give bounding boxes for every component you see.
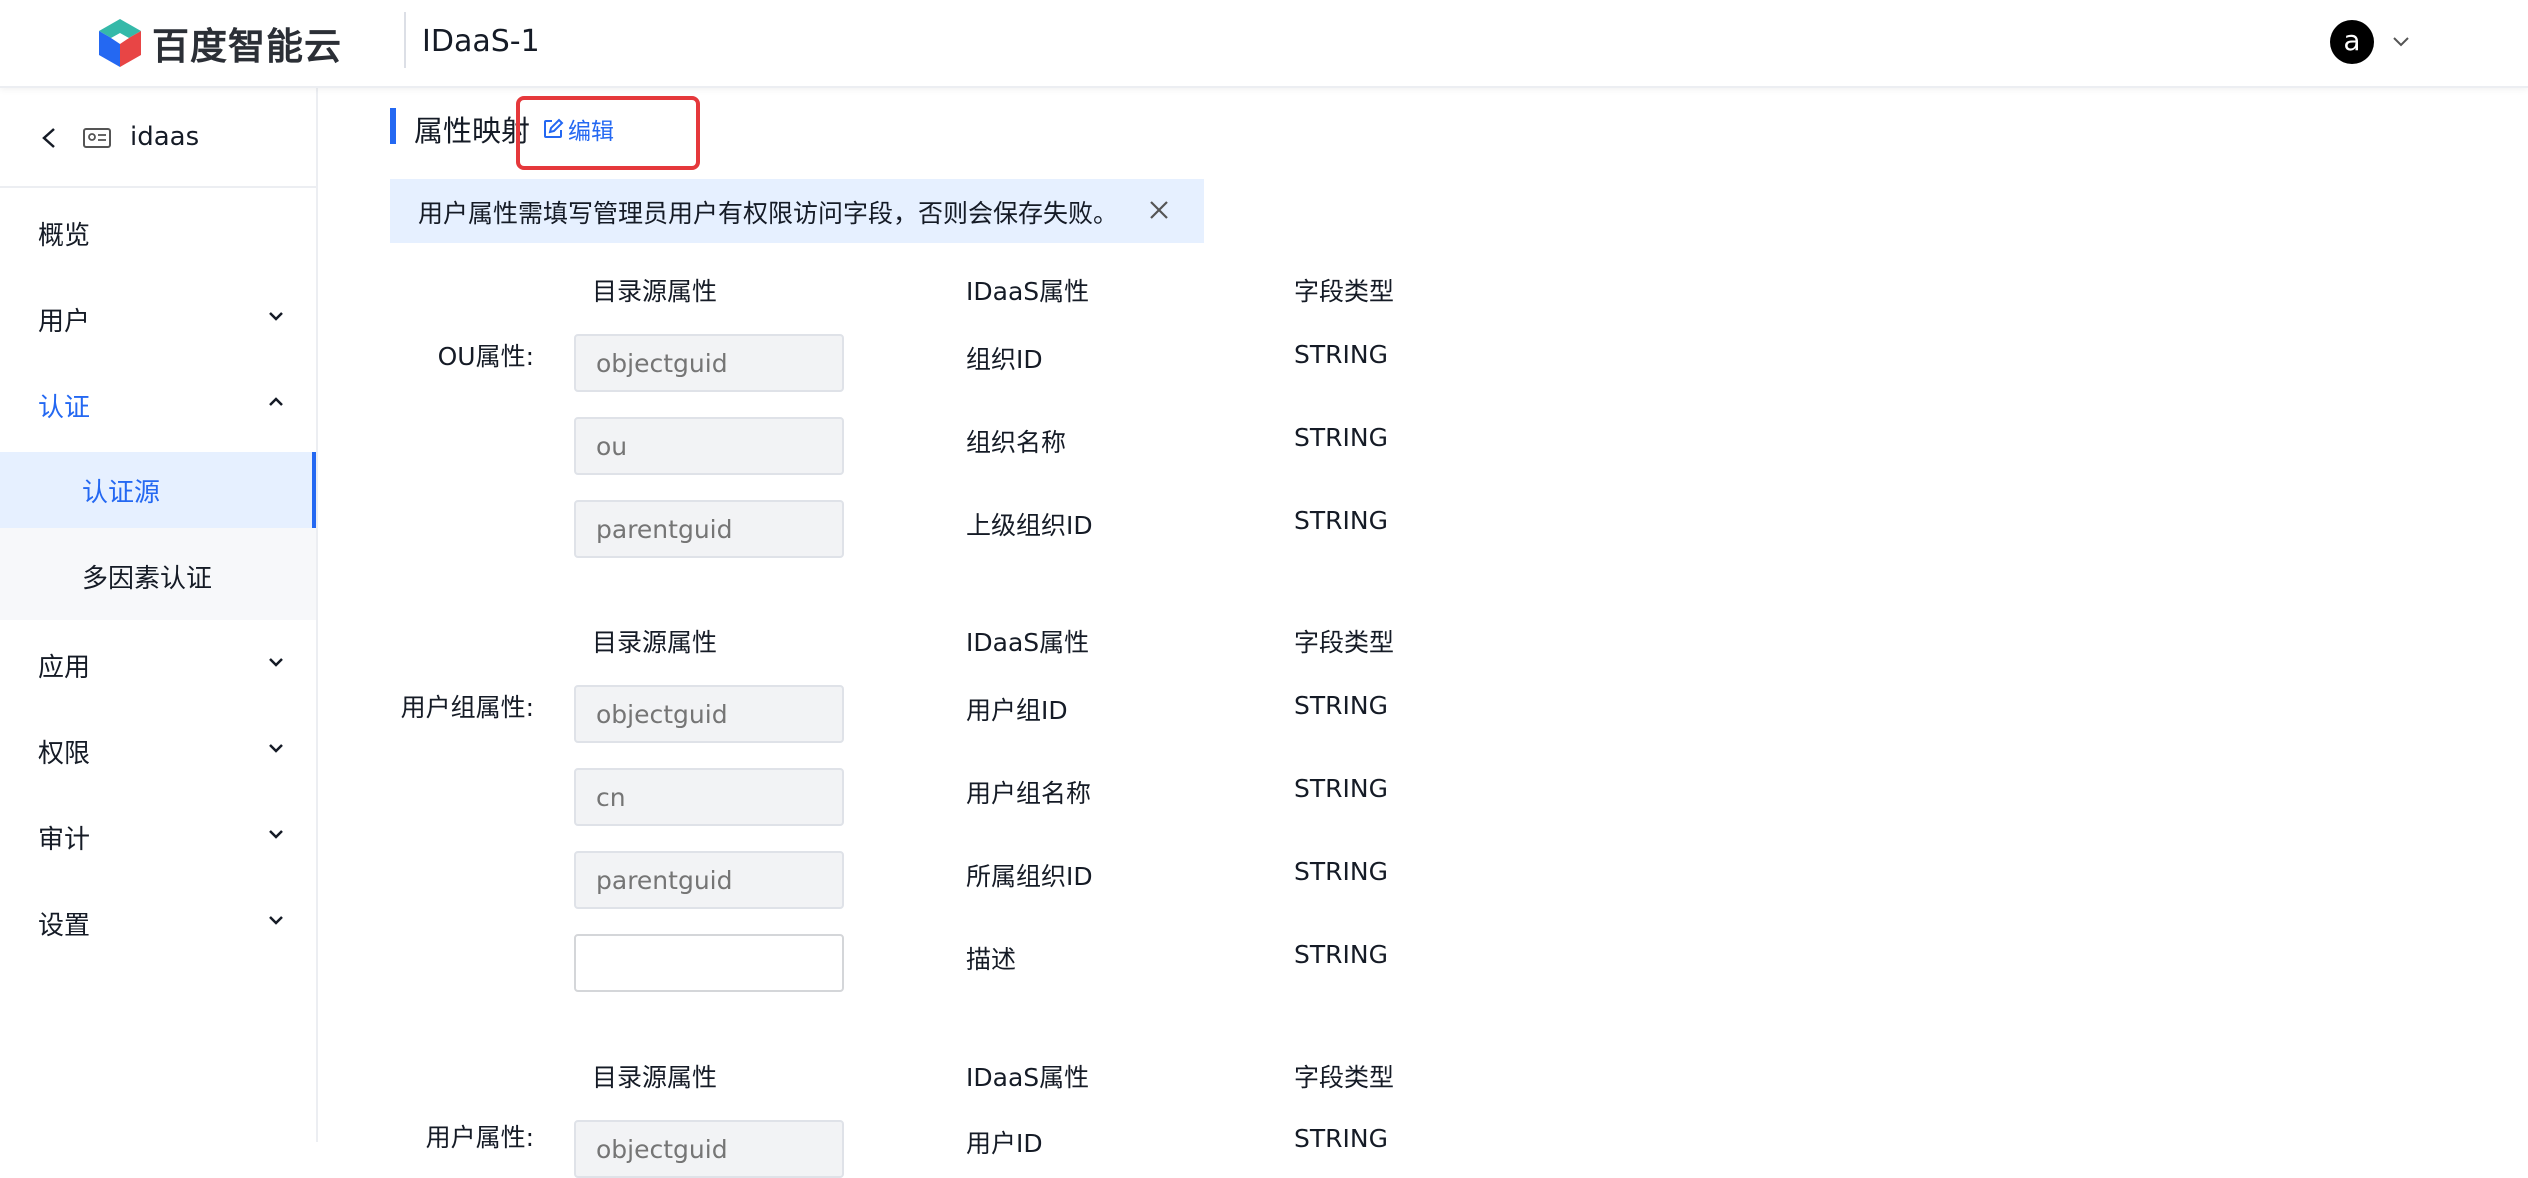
section-accent-bar: [390, 108, 396, 144]
source-attr-input[interactable]: [574, 851, 844, 909]
idaas-attr: 组织名称: [966, 428, 1067, 457]
field-type: STRING: [1294, 774, 1388, 803]
sidebar-item-label: 用户: [38, 307, 91, 337]
source-attr-input[interactable]: [574, 500, 844, 558]
source-attr-input[interactable]: [574, 334, 844, 392]
field-type: STRING: [1294, 940, 1388, 969]
col-header-type: 字段类型: [1294, 277, 1395, 306]
instance-name: idaas: [130, 122, 200, 152]
idaas-attr: 描述: [966, 945, 1017, 974]
sidebar-header: idaas: [0, 88, 316, 188]
source-attr-input[interactable]: [574, 685, 844, 743]
field-type: STRING: [1294, 340, 1388, 369]
brand-logo[interactable]: 百度智能云: [96, 17, 342, 69]
chevron-down-icon: [269, 830, 283, 839]
idaas-attr: 所属组织ID: [966, 862, 1093, 891]
chevron-up-icon: [269, 397, 283, 406]
sidebar-item-auth-source[interactable]: 认证源: [0, 452, 316, 528]
topbar-divider: [404, 12, 406, 68]
top-bar: 百度智能云 IDaaS-1 a: [0, 0, 2528, 88]
field-type: STRING: [1294, 423, 1388, 452]
source-attr-input-description[interactable]: [574, 934, 844, 992]
avatar[interactable]: a: [2330, 20, 2374, 64]
col-header-source: 目录源属性: [592, 628, 718, 657]
chevron-down-icon[interactable]: [2390, 30, 2412, 52]
field-type: STRING: [1294, 691, 1388, 720]
group-label-user: 用户属性:: [425, 1123, 534, 1152]
idaas-attr: 上级组织ID: [966, 511, 1093, 540]
group-label-ou: OU属性:: [437, 342, 534, 371]
sidebar-item-label: 审计: [38, 825, 91, 855]
sidebar-item-settings[interactable]: 设置: [0, 878, 316, 964]
idaas-attr: 用户ID: [966, 1129, 1043, 1158]
close-icon[interactable]: [1145, 196, 1173, 224]
col-header-idaas: IDaaS属性: [966, 1063, 1090, 1092]
field-type: STRING: [1294, 506, 1388, 535]
chevron-down-icon: [269, 916, 283, 925]
source-attr-input[interactable]: [574, 768, 844, 826]
field-type: STRING: [1294, 857, 1388, 886]
sidebar-item-mfa[interactable]: 多因素认证: [0, 538, 316, 614]
sidebar-item-label: 多因素认证: [82, 564, 213, 594]
auth-submenu: 认证源 多因素认证: [0, 452, 316, 620]
notice-text: 用户属性需填写管理员用户有权限访问字段，否则会保存失败。: [418, 199, 1119, 228]
sidebar-item-permissions[interactable]: 权限: [0, 706, 316, 792]
col-header-idaas: IDaaS属性: [966, 277, 1090, 306]
col-header-type: 字段类型: [1294, 1063, 1395, 1092]
info-notice: 用户属性需填写管理员用户有权限访问字段，否则会保存失败。: [390, 179, 1204, 243]
col-header-source: 目录源属性: [592, 1063, 718, 1092]
col-header-source: 目录源属性: [592, 277, 718, 306]
chevron-down-icon: [269, 744, 283, 753]
highlight-box: [516, 96, 700, 170]
sidebar-item-audit[interactable]: 审计: [0, 792, 316, 878]
chevron-down-icon: [269, 658, 283, 667]
sidebar-item-label: 认证: [38, 393, 91, 423]
col-header-type: 字段类型: [1294, 628, 1395, 657]
product-title[interactable]: IDaaS-1: [422, 24, 540, 59]
source-attr-input[interactable]: [574, 1120, 844, 1178]
source-attr-input[interactable]: [574, 417, 844, 475]
sidebar-item-label: 概览: [38, 221, 91, 251]
idaas-attr: 组织ID: [966, 345, 1043, 374]
group-label-usergroup: 用户组属性:: [400, 693, 534, 722]
sidebar-item-label: 权限: [38, 739, 91, 769]
sidebar-item-overview[interactable]: 概览: [0, 188, 316, 274]
sidebar: idaas 概览 用户 认证 认证源 多因素认证 应用 权限 审计 设置: [0, 88, 318, 1142]
idaas-attr: 用户组名称: [966, 779, 1092, 808]
sidebar-item-auth[interactable]: 认证: [0, 360, 316, 446]
back-arrow-icon[interactable]: [38, 126, 62, 150]
sidebar-item-apps[interactable]: 应用: [0, 620, 316, 706]
id-card-icon: [83, 128, 111, 148]
sidebar-item-label: 应用: [38, 653, 91, 683]
chevron-down-icon: [269, 312, 283, 321]
field-type: STRING: [1294, 1124, 1388, 1153]
cube-logo-icon: [99, 19, 141, 67]
section-title: 属性映射: [414, 114, 531, 148]
col-header-idaas: IDaaS属性: [966, 628, 1090, 657]
sidebar-item-users[interactable]: 用户: [0, 274, 316, 360]
brand-name: 百度智能云: [152, 25, 342, 68]
sidebar-item-label: 设置: [38, 911, 91, 941]
idaas-attr: 用户组ID: [966, 696, 1068, 725]
sidebar-item-label: 认证源: [82, 478, 161, 508]
